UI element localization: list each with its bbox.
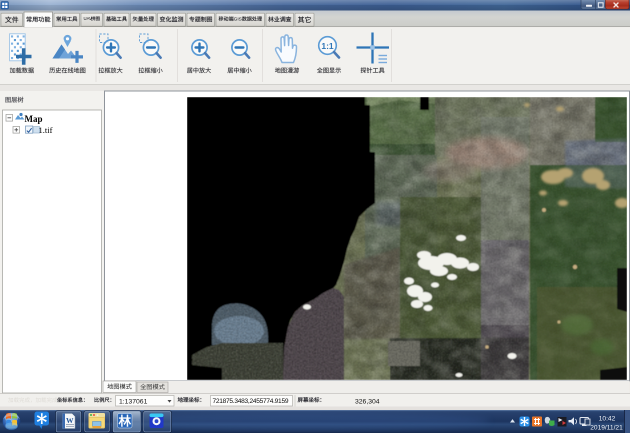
svg-text:10:42: 10:42: [599, 415, 616, 422]
svg-text:UAV: UAV: [84, 16, 93, 21]
svg-text:2019/11/21: 2019/11/21: [590, 425, 623, 432]
svg-text:1:137061: 1:137061: [119, 398, 148, 405]
svg-text:1:1: 1:1: [321, 41, 334, 51]
svg-text:GIS: GIS: [234, 16, 242, 22]
svg-text:721875.3483,2455774.9159: 721875.3483,2455774.9159: [213, 398, 289, 405]
svg-text:W: W: [66, 416, 74, 425]
svg-text:Map: Map: [25, 114, 43, 124]
svg-text:326,304: 326,304: [355, 398, 380, 405]
svg-text:1.tif: 1.tif: [39, 125, 53, 135]
